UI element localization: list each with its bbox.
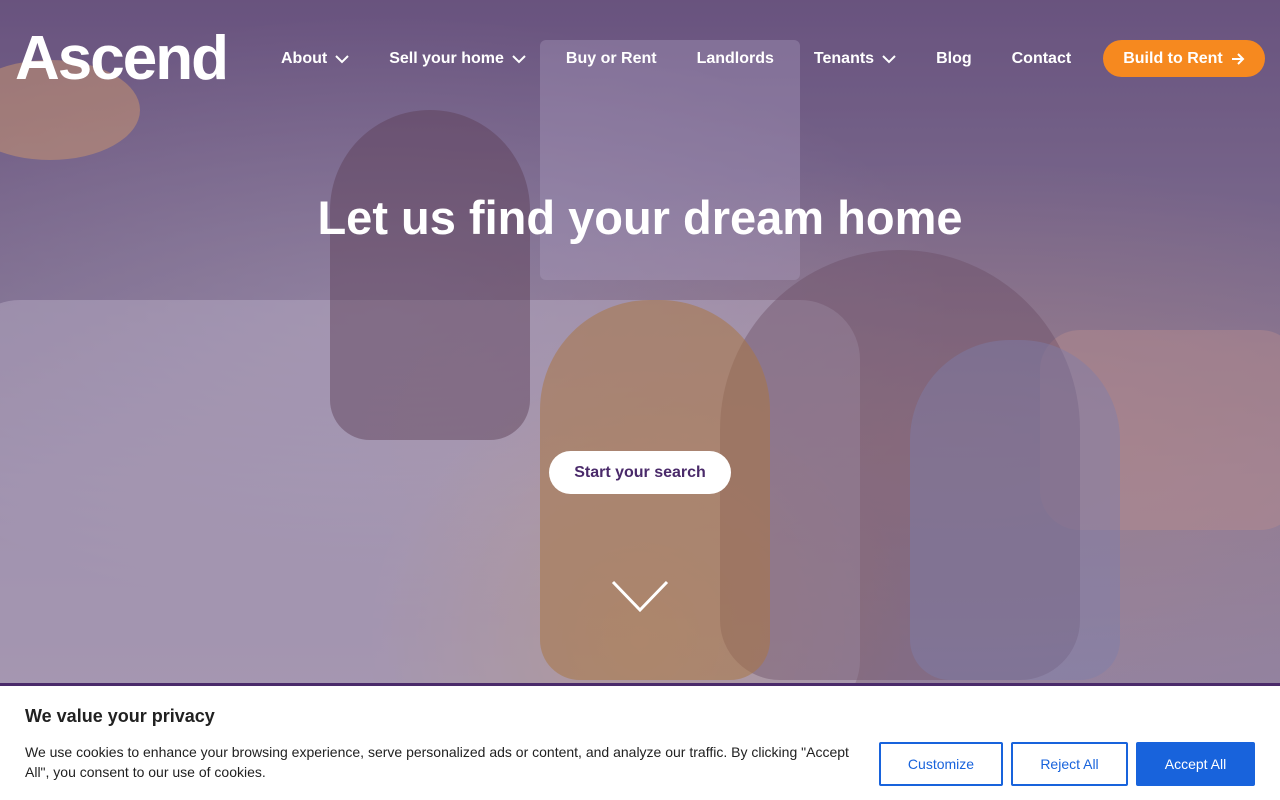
hero-overlay xyxy=(0,0,1280,800)
site-logo[interactable]: Ascend xyxy=(15,28,251,90)
chevron-down-icon[interactable] xyxy=(610,578,670,616)
cookie-banner-text: We use cookies to enhance your browsing … xyxy=(25,744,849,780)
nav-item-label: Buy or Rent xyxy=(565,50,657,67)
cookie-banner-title: We value your privacy xyxy=(25,706,215,726)
nav-item-label: Sell your home xyxy=(389,50,504,67)
hero-headline: Let us find your dream home xyxy=(317,191,963,244)
build-to-rent-button[interactable]: Build to Rent xyxy=(1103,40,1265,77)
main-nav: About Sell your home Buy or Rent Landlor… xyxy=(281,44,1071,74)
arrow-right-icon xyxy=(1231,52,1245,65)
chevron-down-icon xyxy=(882,54,896,63)
nav-item-blog[interactable]: Blog xyxy=(936,50,972,68)
nav-item-buy-or-rent[interactable]: Buy or Rent xyxy=(566,50,657,68)
nav-item-sell-your-home[interactable]: Sell your home xyxy=(389,50,526,68)
nav-item-label: Landlords xyxy=(696,50,774,67)
reject-all-button[interactable]: Reject All xyxy=(1011,742,1128,786)
cookie-banner: We value your privacy We use cookies to … xyxy=(0,683,1280,800)
nav-item-label: Blog xyxy=(936,50,972,67)
nav-item-about[interactable]: About xyxy=(281,50,349,68)
nav-item-label: Contact xyxy=(1011,50,1072,67)
hero-background xyxy=(0,0,1280,800)
nav-item-tenants[interactable]: Tenants xyxy=(814,50,896,68)
nav-item-landlords[interactable]: Landlords xyxy=(697,50,774,68)
nav-item-label: Tenants xyxy=(813,50,875,67)
nav-item-contact[interactable]: Contact xyxy=(1012,50,1072,68)
customize-button[interactable]: Customize xyxy=(879,742,1003,786)
accept-all-button[interactable]: Accept All xyxy=(1136,742,1255,786)
site-header: Ascend About Sell your home Buy or Rent … xyxy=(0,0,1280,116)
build-to-rent-label: Build to Rent xyxy=(1123,49,1223,67)
chevron-down-icon xyxy=(512,54,526,63)
start-search-button[interactable]: Start your search xyxy=(549,451,731,494)
chevron-down-icon xyxy=(335,54,349,63)
nav-item-label: About xyxy=(281,50,328,67)
